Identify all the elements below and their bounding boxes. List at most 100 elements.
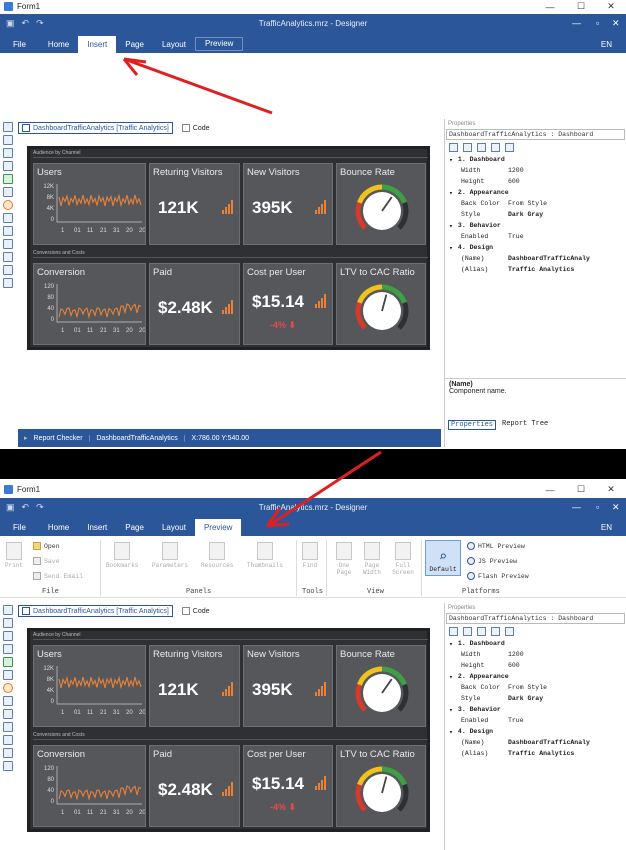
property-row[interactable]: Height 600: [445, 660, 626, 671]
text-icon[interactable]: [3, 696, 13, 706]
property-row[interactable]: Enabled True: [445, 231, 626, 242]
property-row[interactable]: Width 1200: [445, 165, 626, 176]
list-icon[interactable]: [3, 735, 13, 745]
tab-insert[interactable]: Insert: [78, 519, 116, 536]
property-row[interactable]: (Name) DashboardTrafficAnaly: [445, 737, 626, 748]
one-page-button[interactable]: One Page: [333, 542, 355, 576]
card-bounce[interactable]: Bounce Rate: [336, 163, 426, 245]
image-icon[interactable]: [3, 226, 13, 236]
minimize-button[interactable]: —: [537, 483, 563, 496]
card-cpu[interactable]: Cost per User $15.14 -4% ⬇: [243, 263, 333, 345]
tab-code[interactable]: Code: [179, 123, 213, 133]
sort-icon[interactable]: [463, 142, 472, 152]
tab-preview[interactable]: Preview: [194, 519, 242, 536]
text-icon[interactable]: [3, 213, 13, 223]
property-category[interactable]: ▾ 3. Behavior: [445, 704, 626, 715]
expand-icon[interactable]: ▾: [445, 706, 453, 714]
card-ltv[interactable]: LTV to CAC Ratio: [336, 263, 426, 345]
chart-icon[interactable]: [3, 135, 13, 145]
ribbon-restore-button[interactable]: ▫: [596, 18, 599, 28]
indicator-icon[interactable]: [3, 174, 13, 184]
property-value[interactable]: 600: [508, 662, 520, 669]
tab-preview[interactable]: Preview: [194, 37, 244, 51]
tools-icon[interactable]: [3, 278, 13, 288]
tab-home[interactable]: Home: [39, 519, 78, 536]
expand-icon[interactable]: ▾: [445, 640, 453, 648]
language-selector[interactable]: EN: [601, 40, 612, 49]
ribbon-minimize-button[interactable]: —: [572, 18, 581, 28]
card-users[interactable]: Users 12K 8K 4K 0 1 01 11 21 31 20 20: [33, 645, 146, 727]
card-bounce[interactable]: Bounce Rate: [336, 645, 426, 727]
card-returning[interactable]: Returing Visitors 121K: [149, 645, 240, 727]
property-category[interactable]: ▾ 3. Behavior: [445, 220, 626, 231]
expand-icon[interactable]: ▾: [445, 222, 453, 230]
properties-icon[interactable]: [477, 142, 486, 152]
property-category[interactable]: ▾ 2. Appearance: [445, 187, 626, 198]
sort-icon[interactable]: [463, 626, 472, 636]
close-button[interactable]: ✕: [598, 0, 624, 13]
js-preview-button[interactable]: JS Preview: [467, 557, 517, 565]
ribbon-minimize-button[interactable]: —: [572, 502, 581, 512]
tab-report-tree[interactable]: Report Tree: [502, 420, 548, 430]
resources-button[interactable]: Resources: [201, 542, 233, 569]
open-button[interactable]: Open: [33, 542, 60, 550]
card-returning[interactable]: Returing Visitors 121K: [149, 163, 240, 245]
tab-page[interactable]: Page: [116, 36, 153, 53]
ribbon-close-button[interactable]: ✕: [612, 18, 620, 29]
indicator-icon[interactable]: [3, 657, 13, 667]
property-row[interactable]: Style Dark Gray: [445, 693, 626, 704]
property-value[interactable]: DashboardTrafficAnaly: [508, 739, 590, 746]
property-value[interactable]: From Style: [508, 684, 547, 691]
property-row[interactable]: Enabled True: [445, 715, 626, 726]
tab-dashboard[interactable]: DashboardTrafficAnalytics [Traffic Analy…: [18, 605, 173, 617]
card-conversion[interactable]: Conversion 120 80 40 0 1 01 11 21 31 20 20: [33, 263, 146, 345]
property-row[interactable]: (Alias) Traffic Analytics: [445, 748, 626, 759]
tab-layout[interactable]: Layout: [153, 36, 195, 53]
settings-icon[interactable]: [505, 626, 514, 636]
property-category[interactable]: ▾ 4. Design: [445, 242, 626, 253]
chart-icon[interactable]: [3, 618, 13, 628]
property-category[interactable]: ▾ 2. Appearance: [445, 671, 626, 682]
expand-icon[interactable]: ▾: [445, 156, 453, 164]
card-ltv[interactable]: LTV to CAC Ratio: [336, 745, 426, 827]
gauge-icon[interactable]: [3, 631, 13, 641]
property-row[interactable]: (Alias) Traffic Analytics: [445, 264, 626, 275]
tab-properties[interactable]: Properties: [448, 420, 497, 430]
shape-icon[interactable]: [3, 239, 13, 249]
print-button[interactable]: Print: [5, 542, 23, 569]
full-screen-button[interactable]: Full Screen: [390, 542, 416, 576]
property-value[interactable]: Dark Gray: [508, 211, 543, 218]
categorized-icon[interactable]: [449, 626, 458, 636]
tab-layout[interactable]: Layout: [153, 519, 195, 536]
expand-icon[interactable]: ▾: [445, 728, 453, 736]
pivot-icon[interactable]: [3, 644, 13, 654]
filter-icon[interactable]: [3, 748, 13, 758]
property-value[interactable]: True: [508, 233, 524, 240]
page-width-button[interactable]: Page Width: [361, 542, 383, 576]
pivot-icon[interactable]: [3, 161, 13, 171]
card-users[interactable]: Users 12K 8K 4K 0 1 01 11 21 31 20 20: [33, 163, 146, 245]
card-paid[interactable]: Paid $2.48K: [149, 745, 240, 827]
map-icon[interactable]: [3, 683, 13, 693]
flash-preview-button[interactable]: Flash Preview: [467, 572, 529, 580]
property-value[interactable]: 1200: [508, 651, 524, 658]
progress-icon[interactable]: [3, 670, 13, 680]
property-value[interactable]: Traffic Analytics: [508, 266, 574, 273]
tab-home[interactable]: Home: [39, 36, 78, 53]
property-category[interactable]: ▾ 1. Dashboard: [445, 154, 626, 165]
card-conversion[interactable]: Conversion 120 80 40 0 1 01 11 21 31 20 20: [33, 745, 146, 827]
component-selector[interactable]: DashboardTrafficAnalytics : Dashboard: [446, 613, 625, 624]
property-row[interactable]: (Name) DashboardTrafficAnaly: [445, 253, 626, 264]
tab-insert[interactable]: Insert: [78, 36, 117, 53]
tools-icon[interactable]: [3, 761, 13, 771]
events-icon[interactable]: [491, 626, 500, 636]
progress-icon[interactable]: [3, 187, 13, 197]
card-new_visitors[interactable]: New Visitors 395K: [243, 645, 333, 727]
card-paid[interactable]: Paid $2.48K: [149, 263, 240, 345]
filter-icon[interactable]: [3, 265, 13, 275]
tab-page[interactable]: Page: [116, 519, 153, 536]
dashboard-canvas[interactable]: Audience by Channel Conversions and Costs…: [27, 628, 430, 832]
save-button[interactable]: Save: [33, 557, 60, 565]
property-value[interactable]: From Style: [508, 200, 547, 207]
property-value[interactable]: 1200: [508, 167, 524, 174]
